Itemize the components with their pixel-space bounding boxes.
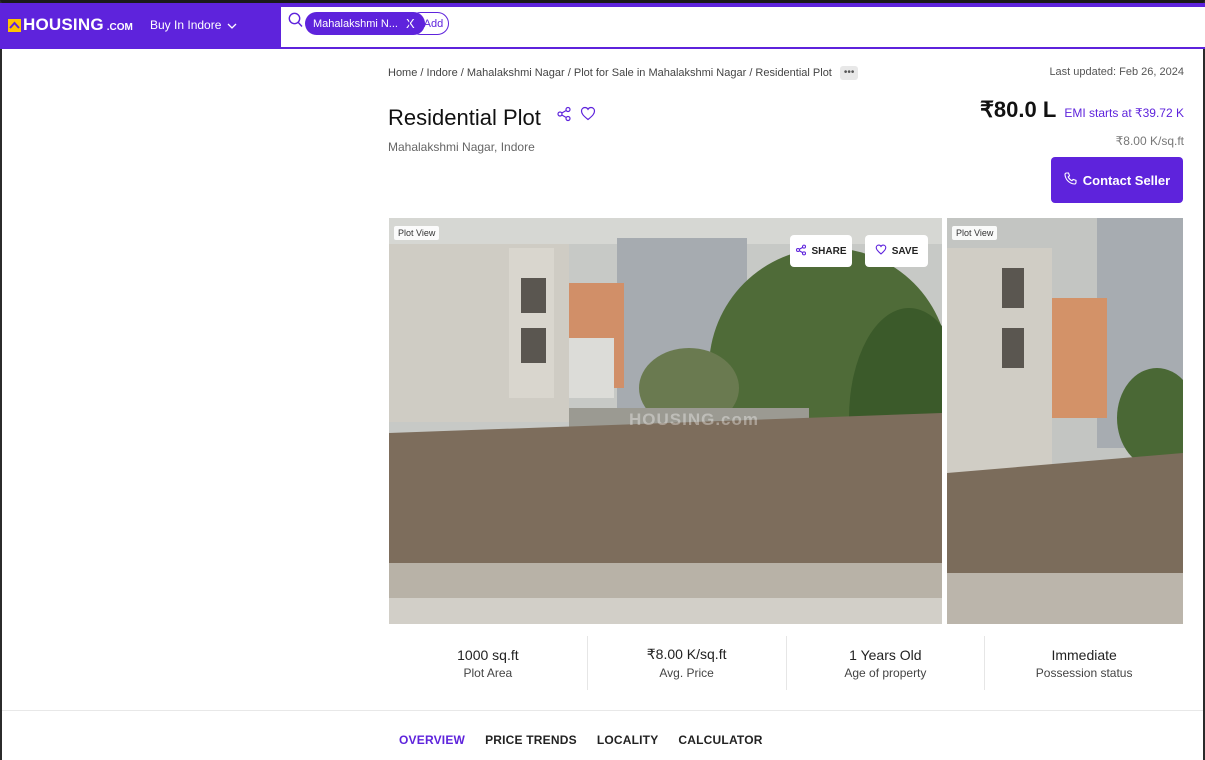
city-selector-label: Buy In Indore <box>150 18 222 32</box>
heart-icon <box>875 244 887 258</box>
tab-overview[interactable]: OVERVIEW <box>399 733 465 747</box>
stat-label: Plot Area <box>463 665 513 680</box>
stat-age: 1 Years Old Age of property <box>787 636 986 690</box>
share-label: SHARE <box>811 245 847 257</box>
search-chip-label: Mahalakshmi N... <box>313 17 398 30</box>
tab-calculator[interactable]: CALCULATOR <box>678 733 762 747</box>
secondary-photo[interactable]: Plot View <box>947 218 1183 624</box>
breadcrumb-path[interactable]: Home / Indore / Mahalakshmi Nagar / Plot… <box>388 67 832 79</box>
phone-icon <box>1064 172 1077 188</box>
share-icon[interactable] <box>556 106 572 127</box>
section-divider <box>2 710 1203 711</box>
stat-label: Possession status <box>1035 665 1133 680</box>
contact-seller-label: Contact Seller <box>1082 172 1171 188</box>
stat-value: ₹8.00 K/sq.ft <box>646 646 727 662</box>
housing-logo[interactable]: HOUSING .COM <box>8 15 133 35</box>
stat-value: 1 Years Old <box>849 646 922 663</box>
main-photo[interactable]: Plot View HOUSING.com SHARE SAVE <box>389 218 942 624</box>
last-updated-text: Last updated: Feb 26, 2024 <box>1049 66 1184 78</box>
stat-possession: Immediate Possession status <box>985 636 1183 690</box>
search-icon[interactable] <box>288 12 303 33</box>
emi-link[interactable]: EMI starts at ₹39.72 K <box>1064 106 1184 120</box>
price-block: ₹80.0 L EMI starts at ₹39.72 K <box>980 97 1184 123</box>
tab-price-trends[interactable]: PRICE TRENDS <box>485 733 577 747</box>
stat-value: 1000 sq.ft <box>457 646 519 663</box>
contact-seller-button[interactable]: Contact Seller <box>1051 157 1183 203</box>
price-per-sqft: ₹8.00 K/sq.ft <box>1115 134 1184 148</box>
stat-avg-price: ₹8.00 K/sq.ft Avg. Price <box>588 636 787 690</box>
heart-icon[interactable] <box>580 106 596 127</box>
stat-plot-area: 1000 sq.ft Plot Area <box>389 636 588 690</box>
property-title: Residential Plot <box>388 105 541 130</box>
section-tabs: OVERVIEW PRICE TRENDS LOCALITY CALCULATO… <box>399 733 763 747</box>
search-chip-locality[interactable]: Mahalakshmi N... X <box>305 12 425 35</box>
share-button[interactable]: SHARE <box>790 235 852 267</box>
logo-suffix: .COM <box>106 21 133 33</box>
photo-tag: Plot View <box>394 226 440 240</box>
tab-locality[interactable]: LOCALITY <box>597 733 659 747</box>
photo-tag: Plot View <box>952 226 998 240</box>
plot-photo-secondary <box>947 218 1183 624</box>
breadcrumb-more-button[interactable]: ••• <box>839 66 859 80</box>
property-locality: Mahalakshmi Nagar, Indore <box>388 140 535 154</box>
breadcrumb: Home / Indore / Mahalakshmi Nagar / Plot… <box>388 66 859 80</box>
share-icon <box>795 244 807 259</box>
add-locality-button[interactable]: + Add <box>409 12 449 35</box>
house-logo-icon <box>8 18 21 32</box>
photo-watermark: HOUSING.com <box>629 410 760 429</box>
stat-label: Age of property <box>844 665 927 680</box>
save-label: SAVE <box>891 245 919 257</box>
top-header: HOUSING .COM Buy In Indore Mahalakshmi N… <box>0 3 1205 49</box>
city-selector[interactable]: Buy In Indore <box>150 18 237 32</box>
save-button[interactable]: SAVE <box>865 235 928 267</box>
header-brand-bar: HOUSING .COM Buy In Indore <box>0 3 281 49</box>
stat-value: Immediate <box>1051 646 1117 663</box>
chevron-down-icon <box>227 18 237 32</box>
stat-label: Avg. Price <box>659 666 714 680</box>
title-actions <box>556 106 596 127</box>
logo-text: HOUSING <box>23 15 104 34</box>
property-highlights: 1000 sq.ft Plot Area ₹8.00 K/sq.ft Avg. … <box>389 636 1183 690</box>
property-price: ₹80.0 L <box>979 97 1057 122</box>
